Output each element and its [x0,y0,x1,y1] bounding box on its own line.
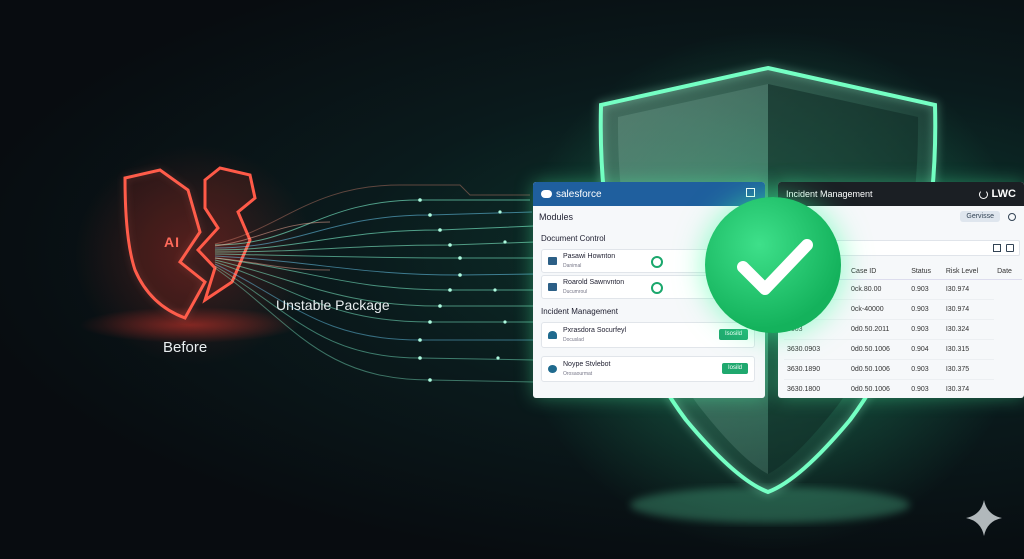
table-cell: I30.374 [942,379,995,398]
table-cell: 0d0.50.2011 [848,319,909,340]
column-header[interactable]: Risk Level [942,264,995,280]
salesforce-brand: salesforce [556,188,602,200]
incident-item[interactable]: Noype Stvlebot Orosaourmat Iosild [541,356,755,382]
table-cell: 0.904 [908,339,943,360]
refresh-icon[interactable] [978,189,988,199]
table-cell: 0.903 [908,279,943,300]
incident-management-heading: Incident Management [541,307,618,316]
incident-item-sub: Docuslad [563,337,584,343]
table-cell: 0ck-40000 [848,299,909,320]
incident-item-title: Pxrasdora Socurfeyl [563,327,627,334]
success-check-icon [705,197,841,333]
column-header[interactable]: Status [908,264,943,280]
filter-chip[interactable]: Gervisse [960,211,1000,222]
table-cell: 0.903 [908,319,943,340]
table-cell: 0ck.80.00 [848,279,909,300]
lwc-badge: LWC [991,188,1016,200]
table-row[interactable]: 3630.1800 0d0.50.1006 0.903 I30.374 [784,379,1022,398]
table-cell: 0d0.50.1006 [848,339,909,360]
folder-icon [548,257,557,265]
circle-icon [548,365,557,373]
modules-title: Modules [539,212,574,222]
document-item-title: Roarold Sawnvnton [563,279,625,286]
salesforce-logo-icon [541,190,552,198]
lock-icon [651,256,663,268]
table-cell: I30.315 [942,339,995,360]
folder-icon [548,283,557,291]
table-cell: I30.324 [942,319,995,340]
ai-mark: AI [164,234,180,250]
table-cell: I30.375 [942,359,995,380]
search-icon[interactable] [1008,213,1016,221]
external-link-icon[interactable] [746,188,755,197]
unstable-package-label: Unstable Package [276,297,390,313]
lock-shield-icon [548,331,557,339]
table-cell: 3630.1800 [784,379,848,398]
document-control-heading: Document Control [541,234,606,243]
table-cell: I30.974 [942,299,995,320]
table-cell: 0.903 [908,299,943,320]
table-row[interactable]: 3630.1890 0d0.50.1006 0.903 I30.375 [784,359,1022,380]
table-cell: 0.903 [908,359,943,380]
document-item-title: Pasawi Hownton [563,253,616,260]
checkmark-glyph [737,239,813,295]
document-item-sub: Danimal [563,263,582,269]
document-item-sub: Ducumroul [563,289,588,295]
table-row[interactable]: 3630.0903 0d0.50.1006 0.904 I30.315 [784,339,1022,360]
column-header[interactable]: Case ID [848,264,909,280]
grid-icon[interactable] [993,244,1001,252]
table-cell: 3630.0903 [784,339,848,360]
table-cell: 3630.1890 [784,359,848,380]
lock-icon [651,282,663,294]
column-header[interactable]: Date [994,264,1022,280]
lwc-badge-group: LWC [978,188,1016,200]
table-cell: 0d0.50.1006 [848,359,909,380]
table-cell: I30.974 [942,279,995,300]
before-label: Before [163,339,208,356]
incident-item-sub: Orosaourmat [563,371,593,377]
table-cell: 0.903 [908,379,943,398]
export-icon[interactable] [1006,244,1014,252]
install-button[interactable]: Iosild [721,363,748,374]
sparkle-icon [966,500,1002,536]
table-cell: 0d0.50.1006 [848,379,909,398]
incident-item-title: Noype Stvlebot [563,361,611,368]
